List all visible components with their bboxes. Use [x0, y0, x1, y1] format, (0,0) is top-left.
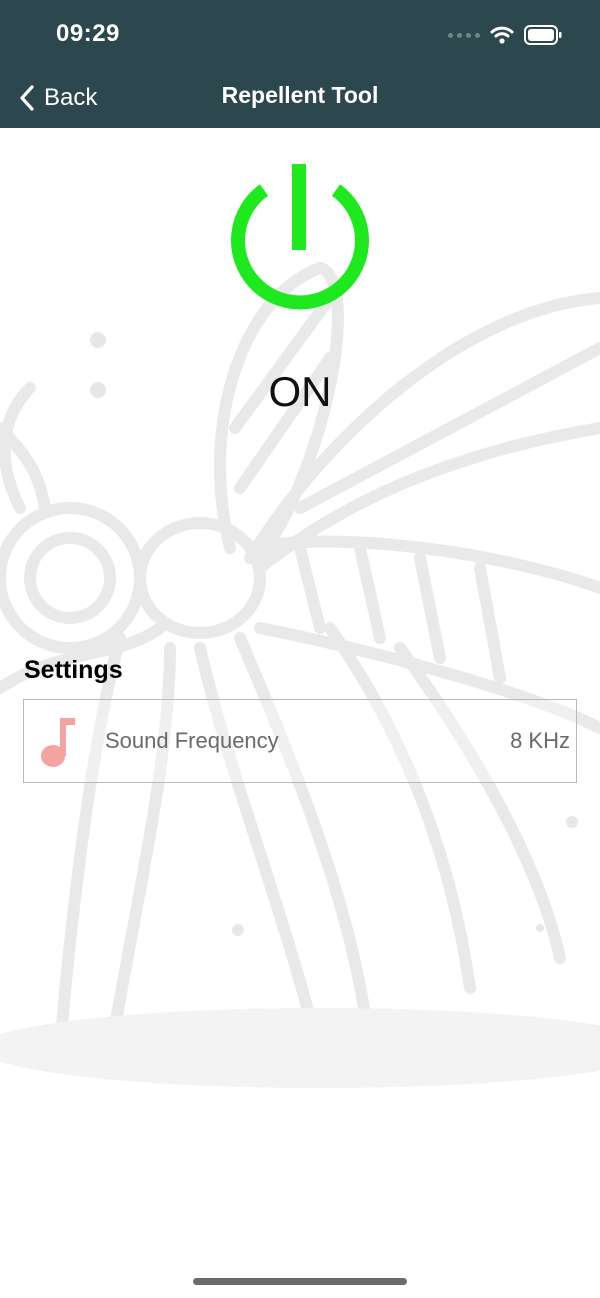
battery-icon — [524, 25, 562, 45]
wifi-icon — [490, 26, 514, 44]
status-icons — [448, 22, 562, 48]
setting-value: 8 KHz — [510, 728, 570, 753]
nav-header: 09:29 Back Repellent Tool — [0, 0, 600, 128]
sound-frequency-row[interactable]: Sound Frequency 8 KHz — [23, 699, 577, 783]
status-time: 09:29 — [56, 20, 120, 47]
home-indicator — [193, 1278, 407, 1285]
signal-icon — [448, 32, 480, 38]
power-button[interactable] — [226, 162, 374, 318]
settings-title: Settings — [24, 656, 123, 684]
setting-label: Sound Frequency — [105, 728, 279, 753]
music-note-icon — [41, 718, 75, 767]
power-state-label: ON — [268, 368, 332, 415]
page-title: Repellent Tool — [221, 82, 379, 108]
